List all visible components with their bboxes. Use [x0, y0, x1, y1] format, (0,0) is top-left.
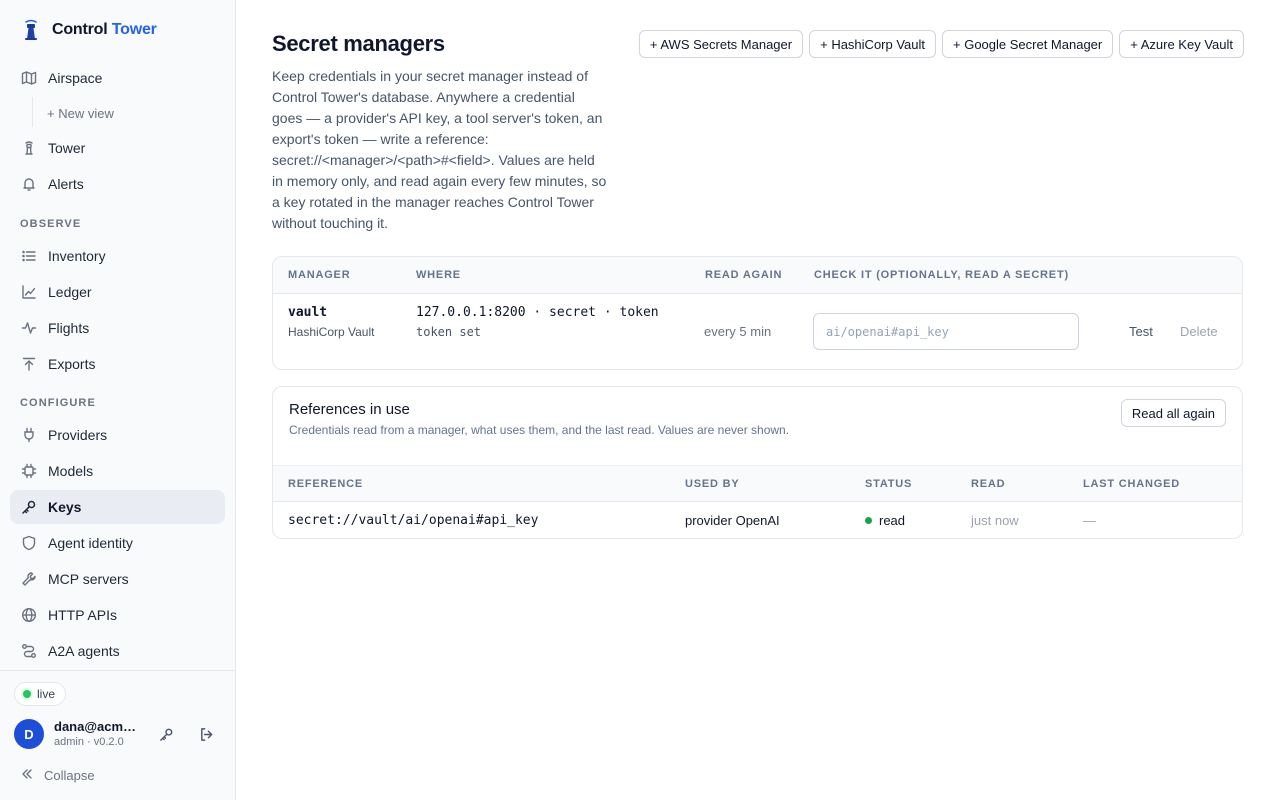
sidebar-item-label: A2A agents: [48, 643, 120, 659]
manager-where-sub: token set: [416, 325, 482, 339]
tower-icon: [20, 19, 42, 41]
sidebar-item-label: Agent identity: [48, 535, 133, 551]
status-dot-icon: [865, 517, 872, 525]
sidebar-item-label: Inventory: [48, 248, 106, 264]
add-manager-actions: + AWS Secrets Manager + HashiCorp Vault …: [638, 30, 1244, 58]
new-view-link[interactable]: + New view: [47, 103, 114, 123]
sidebar-item-mcp-servers[interactable]: MCP servers: [10, 562, 225, 596]
sidebar-item-ledger[interactable]: Ledger: [10, 275, 225, 309]
column-header-read-again: READ AGAIN: [705, 269, 783, 281]
list-icon: [20, 247, 38, 265]
delete-button[interactable]: Delete: [1180, 324, 1218, 339]
sidebar-item-label: Tower: [48, 140, 86, 156]
sidebar-item-exports[interactable]: Exports: [10, 347, 225, 381]
reference-value: secret://vault/ai/openai#api_key: [288, 513, 539, 528]
logout-icon-button[interactable]: [196, 724, 216, 744]
sidebar-item-label: Airspace: [48, 70, 103, 86]
test-button[interactable]: Test: [1129, 324, 1153, 339]
status-badge: read: [865, 513, 905, 528]
read-all-again-button[interactable]: Read all again: [1120, 399, 1226, 427]
sidebar-item-label: Exports: [48, 356, 96, 372]
sidebar-item-alerts[interactable]: Alerts: [10, 167, 225, 201]
column-header-last-changed: LAST CHANGED: [1083, 478, 1180, 490]
route-icon: [20, 642, 38, 660]
sidebar-item-label: Providers: [48, 427, 108, 443]
references-card: References in use Credentials read from …: [272, 386, 1243, 539]
avatar[interactable]: D: [14, 719, 44, 749]
references-title: References in use: [289, 401, 410, 418]
check-secret-input[interactable]: [813, 313, 1079, 350]
sidebar-item-tower[interactable]: Tower: [10, 131, 225, 165]
sidebar-item-label: HTTP APIs: [48, 607, 117, 623]
sidebar-item-providers[interactable]: Providers: [10, 418, 225, 452]
sidebar-item-flights[interactable]: Flights: [10, 311, 225, 345]
live-dot-icon: [23, 690, 31, 698]
brand[interactable]: Control Tower: [20, 18, 157, 42]
globe-icon: [20, 606, 38, 624]
key-icon-button[interactable]: [156, 724, 176, 744]
column-header-reference: REFERENCE: [288, 478, 364, 490]
chip-icon: [20, 462, 38, 480]
chevrons-left-icon: [20, 767, 34, 784]
sidebar-item-label: Models: [48, 463, 94, 479]
add-aws-secrets-manager-button[interactable]: + AWS Secrets Manager: [638, 30, 804, 58]
manager-where: 127.0.0.1:8200 · secret · token: [416, 305, 659, 320]
column-header-read: READ: [971, 478, 1006, 490]
references-subtitle: Credentials read from a manager, what us…: [289, 423, 790, 437]
managers-table: MANAGER WHERE READ AGAIN CHECK IT (OPTIO…: [272, 256, 1243, 370]
activity-icon: [20, 319, 38, 337]
column-header-used-by: USED BY: [685, 478, 740, 490]
sidebar-item-keys[interactable]: Keys: [10, 490, 225, 524]
used-by-value: provider OpenAI: [685, 513, 780, 528]
sidebar: Control Tower Airspace + New view Tower …: [0, 0, 236, 800]
page-description: Keep credentials in your secret manager …: [272, 68, 607, 231]
tower-small-icon: [20, 139, 38, 157]
column-header-status: STATUS: [865, 478, 913, 490]
shield-icon: [20, 534, 38, 552]
user-name: dana@acme.example: [54, 719, 142, 734]
read-again-interval: every 5 min: [704, 324, 772, 339]
collapse-button[interactable]: Collapse: [20, 766, 95, 784]
plug-icon: [20, 426, 38, 444]
upload-icon: [20, 355, 38, 373]
map-icon: [20, 69, 38, 87]
sub-nav-line: [32, 97, 33, 127]
sidebar-item-label: Keys: [48, 499, 82, 515]
column-header-check: CHECK IT (OPTIONALLY, READ A SECRET): [814, 269, 1069, 281]
key-icon: [20, 498, 38, 516]
add-azure-key-vault-button[interactable]: + Azure Key Vault: [1119, 30, 1244, 58]
app-name: Control Tower: [52, 21, 157, 38]
section-observe: OBSERVE: [20, 218, 82, 230]
sidebar-item-agent-identity[interactable]: Agent identity: [10, 526, 225, 560]
sidebar-item-http-apis[interactable]: HTTP APIs: [10, 598, 225, 632]
bell-icon: [20, 175, 38, 193]
manager-name: vault: [288, 305, 328, 320]
add-hashicorp-vault-button[interactable]: + HashiCorp Vault: [809, 30, 937, 58]
sidebar-item-a2a-agents[interactable]: A2A agents: [10, 634, 225, 668]
sidebar-footer: live D dana@acme.example admin · v0.2.0 …: [0, 670, 235, 800]
sidebar-item-airspace[interactable]: Airspace: [10, 61, 225, 95]
sidebar-item-models[interactable]: Models: [10, 454, 225, 488]
sidebar-item-inventory[interactable]: Inventory: [10, 239, 225, 273]
sidebar-item-label: Flights: [48, 320, 90, 336]
wrench-icon: [20, 570, 38, 588]
sidebar-item-label: MCP servers: [48, 571, 129, 587]
column-header-where: WHERE: [416, 269, 461, 281]
last-changed-value: —: [1083, 513, 1096, 528]
sidebar-item-label: Alerts: [48, 176, 84, 192]
sidebar-item-label: Ledger: [48, 284, 92, 300]
column-header-manager: MANAGER: [288, 269, 351, 281]
add-google-secret-manager-button[interactable]: + Google Secret Manager: [942, 30, 1114, 58]
chart-line-icon: [20, 283, 38, 301]
section-configure: CONFIGURE: [20, 397, 96, 409]
user-role: admin · v0.2.0: [54, 736, 124, 748]
manager-type: HashiCorp Vault: [288, 325, 375, 339]
read-time: just now: [971, 513, 1019, 528]
page-title: Secret managers: [272, 31, 445, 56]
status-badge: live: [14, 682, 67, 706]
